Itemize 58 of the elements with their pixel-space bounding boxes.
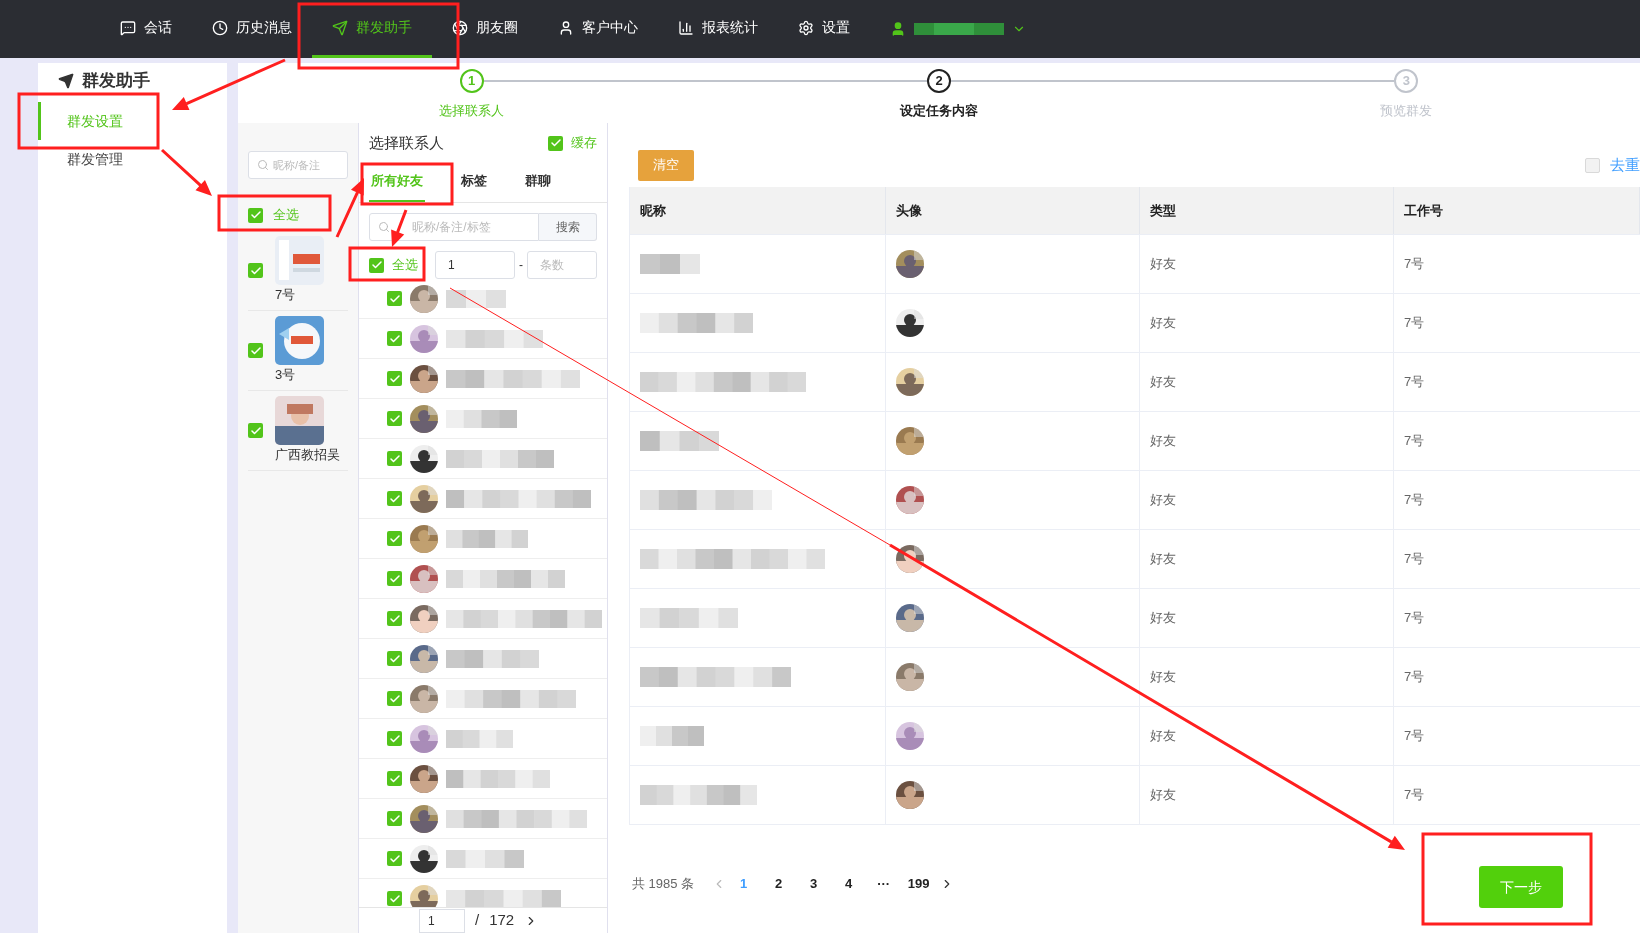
page-total: 172: [489, 910, 515, 931]
column-header: 头像: [886, 187, 1140, 234]
page-number[interactable]: 4: [831, 874, 867, 894]
table-cell-text: 7号: [1403, 491, 1426, 510]
table-cell: 好友: [1140, 353, 1394, 411]
table-cell-text: 7号: [1403, 609, 1426, 628]
table-cell: 好友: [1140, 235, 1394, 293]
sidebar-title: 群发助手: [82, 70, 150, 93]
select-all-label: 全选: [273, 206, 299, 225]
dedupe-label: 去重: [1610, 154, 1640, 175]
table-cell-text: 7号: [1403, 786, 1426, 805]
table-cell-text: 7号: [1403, 432, 1426, 451]
cache-label: 缓存: [571, 134, 597, 153]
account-name: 7号: [275, 286, 297, 305]
step-label: 预览群发: [1380, 102, 1433, 120]
step-label: 选择联系人: [439, 102, 505, 120]
page-separator: /: [475, 910, 480, 931]
page-number[interactable]: 3: [796, 874, 832, 894]
step-number: 1: [459, 69, 484, 93]
select-all-label: 全选: [392, 256, 418, 275]
tab[interactable]: 标签: [459, 161, 489, 202]
step-label: 设定任务内容: [900, 102, 978, 120]
table-cell: 好友: [1140, 589, 1394, 647]
account-name: 广西教招吴: [275, 446, 340, 465]
sidebar-item[interactable]: 群发管理: [38, 140, 227, 178]
total-count: 共 1985 条: [632, 875, 695, 894]
column-header: 昵称: [630, 187, 886, 234]
table-cell: 好友: [1140, 530, 1394, 588]
nav-tab[interactable]: 设置: [778, 0, 870, 58]
column-header: 类型: [1140, 187, 1394, 234]
search-button[interactable]: 搜索: [539, 213, 597, 241]
nav-tab[interactable]: 朋友圈: [432, 0, 538, 58]
page-field[interactable]: 1: [419, 908, 465, 933]
nav-tab[interactable]: 客户中心: [538, 0, 658, 58]
table-cell-text: 7号: [1403, 668, 1426, 687]
table-cell-text: 7号: [1403, 373, 1426, 392]
panel-title: 选择联系人: [369, 132, 444, 153]
table-cell-text: 7号: [1403, 550, 1426, 569]
table-cell-text: 7号: [1403, 255, 1426, 274]
range-separator: -: [519, 257, 523, 274]
table-cell: 好友: [1140, 294, 1394, 352]
page-number[interactable]: 2: [761, 874, 797, 894]
page-number[interactable]: ···: [866, 874, 902, 894]
tab[interactable]: 群聊: [523, 161, 553, 202]
page-number[interactable]: 199: [901, 874, 937, 894]
table-cell-text: 7号: [1403, 314, 1426, 333]
nav-tab[interactable]: 报表统计: [658, 0, 778, 58]
range-start-field[interactable]: 1: [435, 251, 515, 279]
account-name: 3号: [275, 366, 297, 385]
step-number: 2: [927, 69, 951, 93]
step-number: 3: [1394, 69, 1419, 93]
nav-tab[interactable]: 群发助手: [312, 0, 432, 58]
column-header: 工作号: [1394, 187, 1640, 234]
table-cell: 好友: [1140, 412, 1394, 470]
nav-tab[interactable]: 会话: [100, 0, 192, 58]
table-cell-text: 7号: [1403, 727, 1426, 746]
table-cell: 好友: [1140, 471, 1394, 529]
nav-tab[interactable]: 历史消息: [192, 0, 312, 58]
